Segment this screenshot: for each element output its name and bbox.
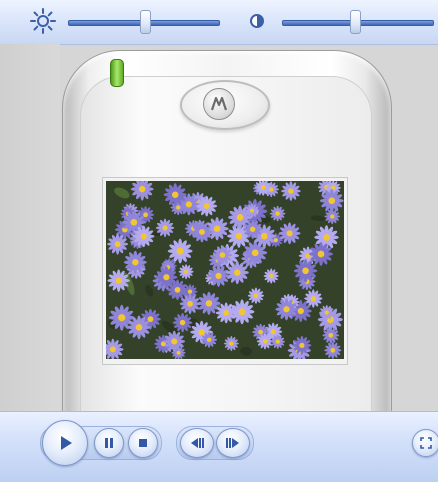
pause-button[interactable] <box>94 428 124 458</box>
stop-icon <box>136 436 150 450</box>
play-icon <box>55 433 75 453</box>
stop-button[interactable] <box>128 428 158 458</box>
purple-aster-flowers-photo <box>106 181 344 359</box>
status-led <box>110 59 124 87</box>
skip-back-icon <box>188 436 206 450</box>
contrast-slider-thumb[interactable] <box>350 10 361 34</box>
contrast-half-circle-icon <box>244 8 270 34</box>
background-panel <box>0 44 60 411</box>
skip-back-button[interactable] <box>180 428 214 458</box>
image-adjust-toolbar <box>0 0 438 45</box>
fullscreen-icon <box>419 436 433 450</box>
skip-forward-icon <box>224 436 242 450</box>
fullscreen-button[interactable] <box>412 429 438 457</box>
brightness-sun-icon <box>30 8 56 34</box>
skip-forward-button[interactable] <box>216 428 250 458</box>
pause-icon <box>102 436 116 450</box>
play-button[interactable] <box>42 420 88 466</box>
motorola-logo-icon <box>203 88 235 120</box>
brightness-slider-thumb[interactable] <box>140 10 151 34</box>
